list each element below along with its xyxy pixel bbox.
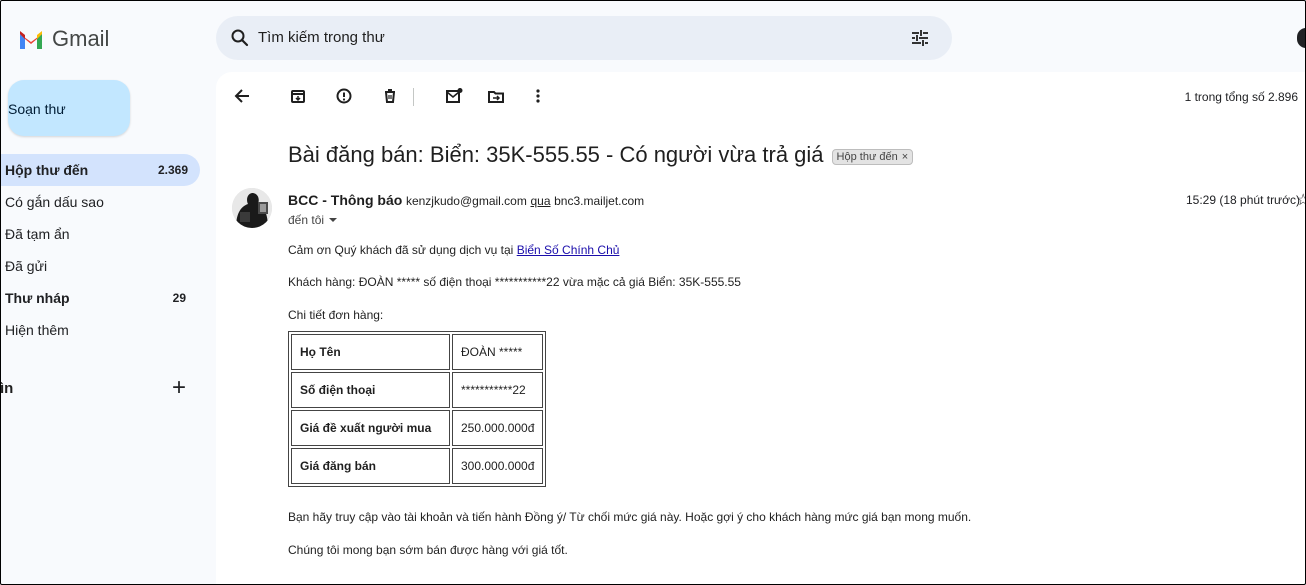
sidebar-item-label: Đã gửi [5, 258, 48, 274]
email-subject: Bài đăng bán: Biển: 35K-555.55 - Có ngườ… [288, 142, 824, 167]
help-icon-partial[interactable] [1297, 28, 1306, 48]
sender-line: BCC - Thông báo kenzjkudo@gmail.com qua … [288, 192, 644, 208]
sidebar-nav: Hộp thư đến 2.369 Có gắn dấu sao Đã tạm … [0, 154, 200, 346]
recipient-label: đến tôi [288, 213, 325, 227]
closing-line: Chúng tôi mong bạn sớm bán được hàng với… [288, 543, 568, 557]
pagination-text: 1 trong tổng số 2.896 [1184, 90, 1298, 104]
sidebar-item-inbox[interactable]: Hộp thư đến 2.369 [0, 154, 200, 186]
recipient-line[interactable]: đến tôi [288, 213, 338, 227]
table-cell-key: Số điện thoại [291, 372, 450, 408]
compose-label: Soạn thư [8, 101, 66, 117]
star-icon[interactable]: ☆ [1296, 190, 1306, 210]
sidebar-item-label: Đã tạm ẩn [5, 226, 70, 242]
archive-icon[interactable] [288, 86, 308, 106]
labels-section: ìn + [0, 374, 200, 404]
message-toolbar: 1 trong tổng số 2.896 [216, 72, 1306, 120]
table-cell-value: ĐOÀN ***** [452, 334, 544, 370]
table-row: Họ Tên ĐOÀN ***** [291, 334, 544, 370]
folder-label: Hộp thư đến [836, 151, 898, 163]
app-name: Gmail [52, 26, 110, 51]
more-options-icon[interactable] [528, 86, 548, 106]
table-cell-key: Giá đề xuất người mua [291, 410, 450, 446]
sidebar-item-snoozed[interactable]: Đã tạm ẩn [0, 218, 200, 250]
sender-email: kenzjkudo@gmail.com [405, 194, 527, 208]
toolbar-divider [413, 88, 414, 106]
message-panel: 1 trong tổng số 2.896 Bài đăng bán: Biển… [216, 72, 1306, 585]
search-input[interactable]: Tìm kiếm trong thư [258, 29, 385, 46]
remove-label-button[interactable]: × [902, 151, 908, 163]
sidebar-item-label: Có gắn dấu sao [5, 194, 104, 210]
gmail-m-icon [20, 31, 42, 49]
customer-line: Khách hàng: ĐOÀN ***** số điện thoại ***… [288, 275, 741, 289]
sender-avatar[interactable] [232, 188, 272, 228]
mark-unread-icon[interactable] [444, 86, 464, 106]
search-icon[interactable] [230, 28, 250, 48]
table-row: Giá đề xuất người mua 250.000.000đ [291, 410, 544, 446]
details-title: Chi tiết đơn hàng: [288, 308, 384, 322]
avatar-image [232, 188, 272, 228]
sidebar-item-starred[interactable]: Có gắn dấu sao [0, 186, 200, 218]
email-timestamp: 15:29 (18 phút trước) [1186, 193, 1300, 207]
table-row: Số điện thoại ***********22 [291, 372, 544, 408]
folder-label-chip[interactable]: Hộp thư đến × [831, 149, 914, 165]
add-label-button[interactable]: + [172, 374, 186, 402]
sidebar-item-label: Hiện thêm [5, 322, 69, 338]
search-options-icon[interactable] [910, 28, 930, 48]
thanks-line: Cảm ơn Quý khách đã sử dụng dịch vụ tại … [288, 243, 619, 257]
via-domain: bnc3.mailjet.com [554, 194, 645, 208]
service-link[interactable]: Biển Số Chính Chủ [517, 243, 620, 257]
table-cell-key: Giá đăng bán [291, 448, 450, 484]
via-link[interactable]: qua [530, 194, 550, 208]
order-details-table: Họ Tên ĐOÀN ***** Số điện thoại ********… [288, 331, 547, 487]
table-cell-value: ***********22 [452, 372, 544, 408]
sidebar-item-label: Thư nháp [5, 290, 70, 306]
search-bar[interactable]: Tìm kiếm trong thư [216, 16, 952, 60]
table-row: Giá đăng bán 300.000.000đ [291, 448, 544, 484]
sender-name[interactable]: BCC - Thông báo [288, 192, 402, 208]
delete-icon[interactable] [380, 86, 400, 106]
table-cell-key: Họ Tên [291, 334, 450, 370]
sidebar-item-sent[interactable]: Đã gửi [0, 250, 200, 282]
sidebar-item-drafts[interactable]: Thư nháp 29 [0, 282, 200, 314]
subject-row: Bài đăng bán: Biển: 35K-555.55 - Có ngườ… [288, 142, 914, 168]
report-spam-icon[interactable] [334, 86, 354, 106]
sidebar-item-label: Hộp thư đến [5, 162, 89, 178]
sidebar-item-more[interactable]: Hiện thêm [0, 314, 200, 346]
table-cell-value: 250.000.000đ [452, 410, 544, 446]
gmail-logo[interactable]: Gmail [18, 26, 109, 52]
labels-title: ìn [0, 380, 14, 397]
instruction-line: Bạn hãy truy cập vào tài khoản và tiến h… [288, 510, 972, 524]
chevron-down-icon[interactable] [328, 215, 338, 225]
drafts-count: 29 [172, 291, 186, 305]
thanks-text: Cảm ơn Quý khách đã sử dụng dịch vụ tại [288, 243, 517, 257]
unread-count: 2.369 [157, 163, 188, 177]
table-cell-value: 300.000.000đ [452, 448, 544, 484]
compose-button[interactable]: Soạn thư [8, 80, 130, 136]
back-arrow-icon[interactable] [232, 86, 252, 106]
move-to-icon[interactable] [486, 86, 506, 106]
